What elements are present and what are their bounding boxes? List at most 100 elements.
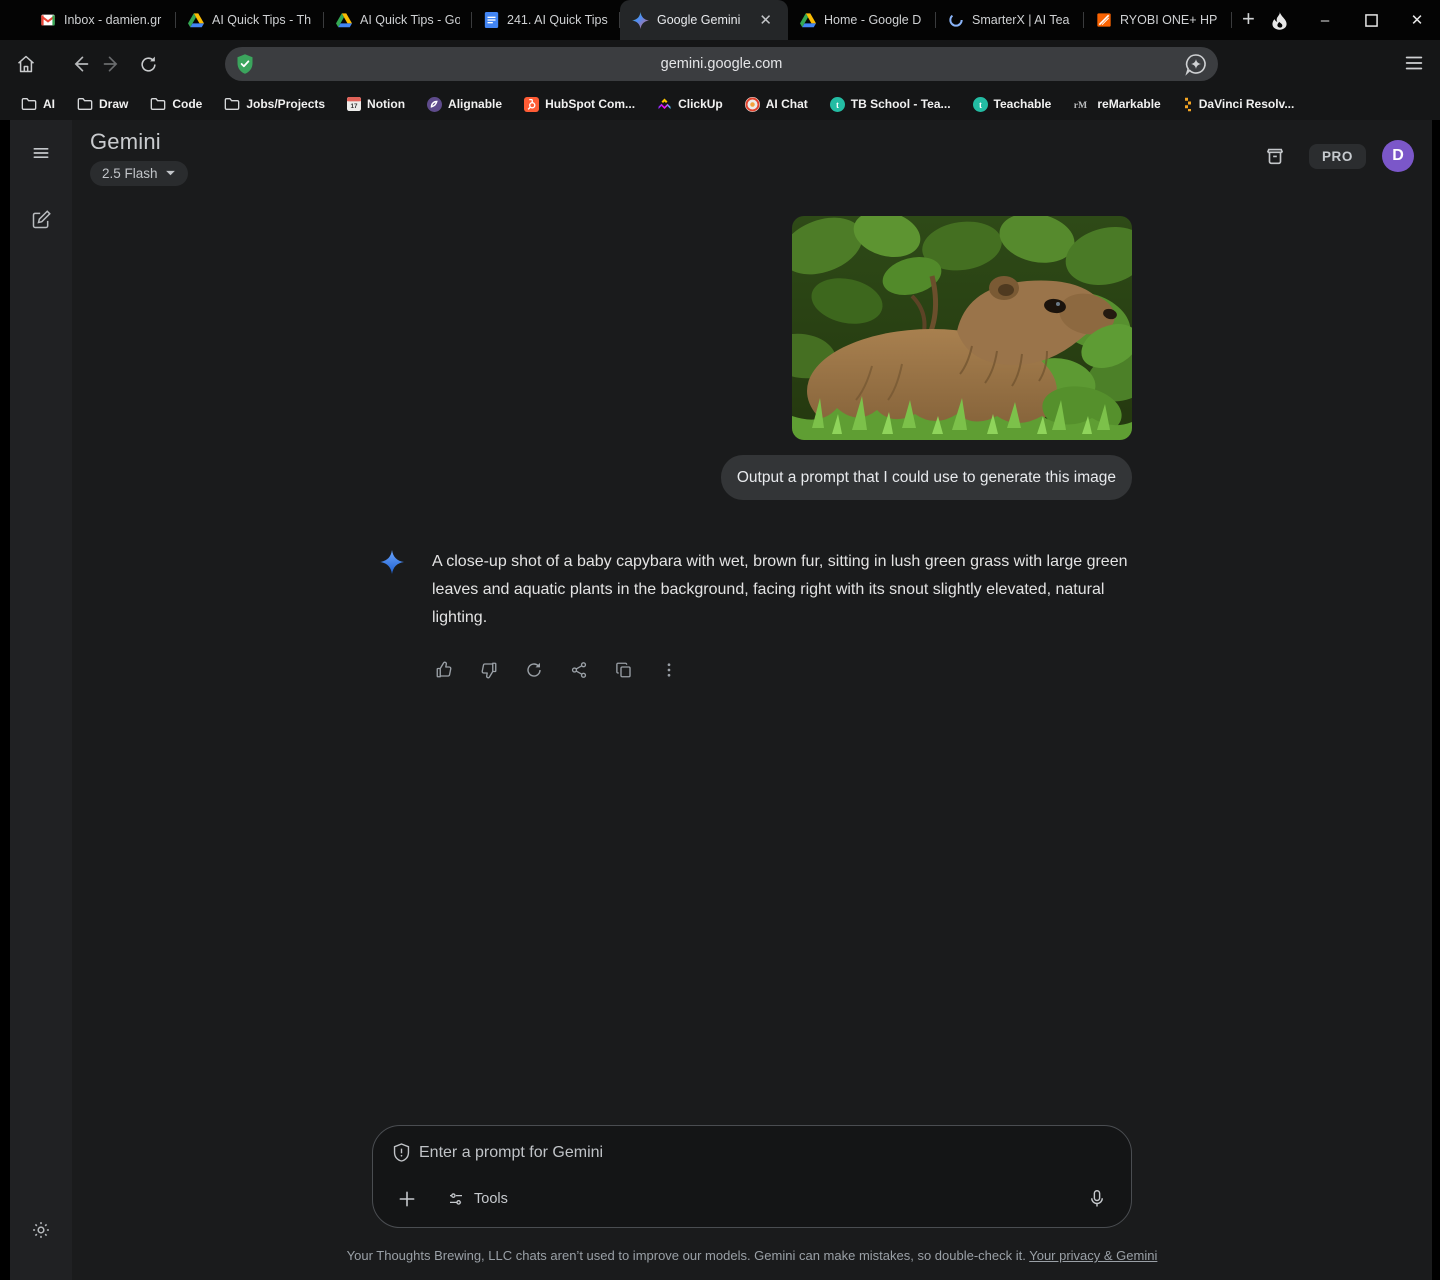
- sidebar-menu-icon[interactable]: [21, 133, 61, 173]
- chat-history-icon[interactable]: [1257, 138, 1293, 174]
- remarkable-icon: rM: [1073, 98, 1091, 111]
- bookmark-ai-chat[interactable]: AI Chat: [736, 94, 817, 115]
- back-icon[interactable]: [64, 48, 96, 80]
- ai-chat-icon: [744, 96, 760, 112]
- hubspot-icon: [524, 96, 540, 112]
- tools-button[interactable]: Tools: [437, 1184, 518, 1214]
- bookmark-davinci-resolve[interactable]: DaVinci Resolv...: [1174, 94, 1304, 115]
- bookmark-label: AI Chat: [765, 97, 808, 111]
- gemini-icon: [632, 11, 649, 29]
- add-attachment-icon[interactable]: [391, 1183, 423, 1215]
- mic-icon[interactable]: [1081, 1183, 1113, 1215]
- bookmark-remarkable[interactable]: rM reMarkable: [1064, 94, 1169, 114]
- browser-tab-bar: Inbox - damien.gr AI Quick Tips - Th AI …: [0, 0, 1440, 40]
- davinci-resolve-icon: [1183, 97, 1193, 112]
- avatar[interactable]: D: [1382, 140, 1414, 172]
- maximize-icon[interactable]: [1348, 0, 1394, 40]
- tab-google-gemini[interactable]: Google Gemini ✕: [620, 0, 788, 40]
- response-actions: [428, 654, 1132, 686]
- bookmark-hubspot[interactable]: HubSpot Com...: [515, 94, 644, 115]
- bookmark-label: Alignable: [448, 97, 503, 111]
- folder-icon: [224, 97, 240, 111]
- disclaimer: Your Thoughts Brewing, LLC chats aren’t …: [72, 1248, 1432, 1263]
- regenerate-icon[interactable]: [518, 654, 550, 686]
- thumbs-up-icon[interactable]: [428, 654, 460, 686]
- prompt-placeholder: Enter a prompt for Gemini: [419, 1143, 604, 1161]
- bookmark-label: reMarkable: [1097, 97, 1161, 111]
- new-tab-button[interactable]: +: [1242, 6, 1255, 32]
- chevron-down-icon: [165, 170, 176, 177]
- gemini-response: A close-up shot of a baby capybara with …: [372, 548, 1132, 632]
- forward-icon[interactable]: [96, 48, 128, 80]
- bookmark-label: ClickUp: [678, 97, 723, 111]
- user-message-bubble: Output a prompt that I could use to gene…: [720, 455, 1132, 500]
- share-icon[interactable]: [563, 654, 595, 686]
- prompt-input[interactable]: Enter a prompt for Gemini: [393, 1143, 603, 1162]
- bookmark-teachable[interactable]: t Teachable: [964, 94, 1061, 115]
- home-icon[interactable]: [10, 48, 42, 80]
- google-drive-icon: [800, 12, 816, 28]
- clickup-icon: [657, 97, 672, 112]
- bookmark-alignable[interactable]: Alignable: [418, 94, 511, 115]
- tab-drive-ai-quick-tips-2[interactable]: AI Quick Tips - Go: [324, 0, 472, 40]
- google-drive-icon: [336, 12, 352, 28]
- browser-flame-icon[interactable]: [1256, 0, 1302, 40]
- bookmark-folder-jobs-projects[interactable]: Jobs/Projects: [215, 94, 334, 114]
- folder-icon: [21, 97, 37, 111]
- close-window-icon[interactable]: ✕: [1394, 0, 1440, 40]
- tab-drive-ai-quick-tips-1[interactable]: AI Quick Tips - Th: [176, 0, 324, 40]
- gemini-sidebar: [10, 120, 72, 1280]
- svg-text:t: t: [979, 99, 982, 109]
- more-vert-icon[interactable]: [653, 654, 685, 686]
- ai-assistant-icon[interactable]: [1184, 52, 1208, 76]
- svg-text:rM: rM: [1074, 99, 1087, 110]
- bookmark-tb-school[interactable]: t TB School - Tea...: [821, 94, 960, 115]
- minimize-icon[interactable]: –: [1302, 0, 1348, 40]
- reload-icon[interactable]: [132, 48, 164, 80]
- browser-menu-icon[interactable]: [1403, 52, 1425, 74]
- tab-title: Inbox - damien.gr: [64, 13, 162, 27]
- tab-docs-241-ai-quick-tips[interactable]: 241. AI Quick Tips: [472, 0, 620, 40]
- settings-gear-icon[interactable]: [21, 1210, 61, 1250]
- browser-toolbar: gemini.google.com: [0, 40, 1440, 88]
- gemini-response-text: A close-up shot of a baby capybara with …: [432, 553, 1128, 626]
- bookmark-label: Code: [172, 97, 203, 111]
- google-drive-icon: [188, 12, 204, 28]
- tools-icon: [447, 1190, 465, 1208]
- gemini-sparkle-icon: [380, 550, 404, 574]
- model-selector-label: 2.5 Flash: [102, 166, 158, 181]
- model-selector[interactable]: 2.5 Flash: [90, 161, 188, 186]
- copy-icon[interactable]: [608, 654, 640, 686]
- bookmark-label: TB School - Tea...: [850, 97, 951, 111]
- privacy-link[interactable]: Your privacy & Gemini: [1029, 1248, 1157, 1263]
- disclaimer-text: Your Thoughts Brewing, LLC chats aren’t …: [346, 1248, 1030, 1263]
- tab-title: AI Quick Tips - Th: [212, 13, 312, 27]
- bookmark-label: Notion: [367, 97, 406, 111]
- bookmark-clickup[interactable]: ClickUp: [648, 94, 732, 115]
- bookmark-folder-ai[interactable]: AI: [12, 94, 64, 114]
- svg-text:t: t: [836, 99, 839, 109]
- new-chat-icon[interactable]: [21, 200, 61, 240]
- home-depot-icon: [1096, 12, 1112, 28]
- tab-drive-home[interactable]: Home - Google D: [788, 0, 936, 40]
- gemini-main: Gemini 2.5 Flash PRO D Output a prompt t…: [72, 120, 1432, 1280]
- thumbs-down-icon[interactable]: [473, 654, 505, 686]
- attached-capybara-image[interactable]: [792, 216, 1132, 440]
- bookmark-label: Jobs/Projects: [246, 97, 326, 111]
- tab-smarterx[interactable]: SmarterX | AI Tea: [936, 0, 1084, 40]
- tab-title: RYOBI ONE+ HP 1: [1120, 13, 1220, 27]
- bookmark-notion[interactable]: 17 Notion: [338, 94, 414, 114]
- prompt-composer[interactable]: Enter a prompt for Gemini Tools: [372, 1125, 1132, 1228]
- url-text: gemini.google.com: [660, 56, 783, 72]
- tab-title: AI Quick Tips - Go: [360, 13, 460, 27]
- bookmark-folder-code[interactable]: Code: [141, 94, 211, 114]
- tab-home-depot-ryobi[interactable]: RYOBI ONE+ HP 1: [1084, 0, 1232, 40]
- tab-close-icon[interactable]: ✕: [755, 11, 776, 30]
- bookmark-label: DaVinci Resolv...: [1198, 97, 1295, 111]
- bookmark-folder-draw[interactable]: Draw: [68, 94, 137, 114]
- notion-calendar-icon: 17: [347, 97, 362, 111]
- google-docs-icon: [484, 12, 499, 28]
- bookmark-label: HubSpot Com...: [545, 97, 636, 111]
- tab-gmail-inbox[interactable]: Inbox - damien.gr: [28, 0, 176, 40]
- url-bar[interactable]: gemini.google.com: [225, 47, 1218, 81]
